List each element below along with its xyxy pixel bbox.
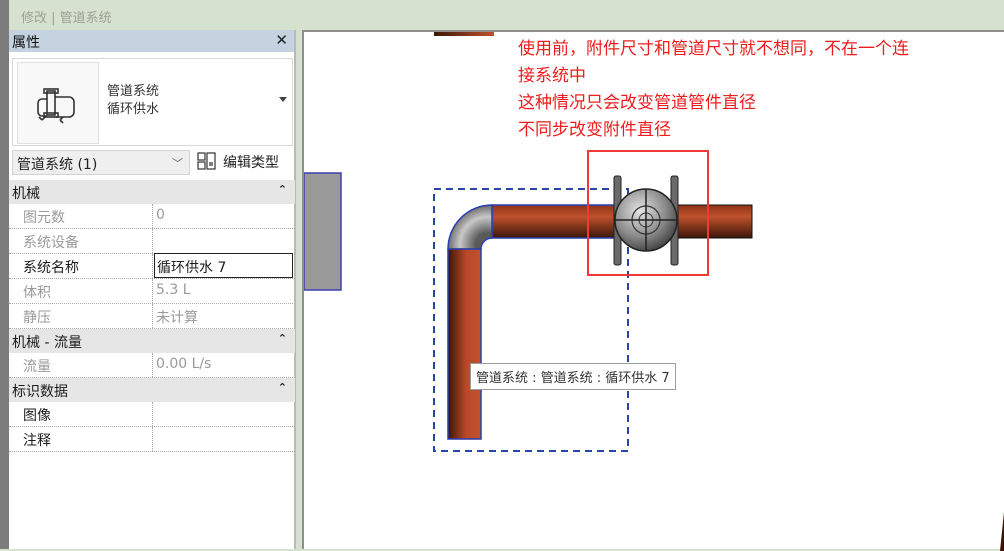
property-key: 图像 bbox=[9, 402, 153, 426]
property-row: 系统设备 bbox=[9, 229, 295, 254]
property-key: 流量 bbox=[9, 353, 153, 377]
element-tooltip: 管道系统 : 管道系统 : 循环供水 7 bbox=[470, 363, 676, 390]
property-value: 0.00 L/s bbox=[156, 356, 212, 372]
property-key: 注释 bbox=[9, 427, 153, 451]
pipe-right[interactable] bbox=[676, 204, 753, 239]
section-mechanical[interactable]: 机械 ⌃ bbox=[9, 180, 295, 204]
property-grid: 机械 ⌃ 图元数 0 系统设备 系统名称 循环供水 7 体积 5.3 L 静压 … bbox=[9, 180, 295, 452]
type-family: 管道系统 bbox=[107, 84, 160, 99]
type-selector[interactable]: 管道系统 循环供水 bbox=[12, 58, 293, 146]
property-key: 系统名称 bbox=[9, 254, 153, 278]
pipe-horizontal[interactable] bbox=[491, 204, 618, 239]
properties-palette: 属性 ✕ 管道系统 循环供水 管道系统 (1) ﹀ 编辑类型 机械 ⌃ 图元数 … bbox=[9, 30, 296, 549]
edit-type-button[interactable]: 编辑类型 bbox=[197, 152, 279, 174]
property-value: 未计算 bbox=[156, 310, 198, 326]
property-key: 系统设备 bbox=[9, 229, 153, 253]
property-value-input[interactable] bbox=[154, 427, 295, 451]
section-label: 机械 bbox=[12, 186, 40, 202]
instance-filter-value: 管道系统 (1) bbox=[17, 157, 98, 173]
pipe-elbow[interactable] bbox=[447, 204, 493, 250]
section-identity-data[interactable]: 标识数据 ⌃ bbox=[9, 378, 295, 402]
property-row: 静压 未计算 bbox=[9, 304, 295, 329]
edit-type-label: 编辑类型 bbox=[223, 155, 279, 171]
annotation-line: 使用前，附件尺寸和管道尺寸就不想同，不在一个连 bbox=[518, 39, 909, 59]
section-label: 机械 - 流量 bbox=[12, 335, 82, 351]
property-key: 静压 bbox=[9, 304, 153, 328]
property-value: 0 bbox=[156, 207, 165, 223]
dropdown-arrow-icon[interactable] bbox=[279, 97, 287, 102]
pipe-vertical[interactable] bbox=[447, 248, 482, 440]
collapse-icon[interactable]: ⌃ bbox=[278, 183, 287, 196]
type-name: 管道系统 循环供水 bbox=[107, 83, 159, 119]
piping-system-icon bbox=[17, 62, 99, 144]
property-key: 体积 bbox=[9, 279, 153, 303]
drawing-canvas[interactable]: 使用前，附件尺寸和管道尺寸就不想同，不在一个连 接系统中 这种情况只会改变管道管… bbox=[302, 30, 1004, 551]
annotation-line: 接系统中 bbox=[518, 66, 586, 86]
property-row: 体积 5.3 L bbox=[9, 279, 295, 304]
instance-filter-select[interactable]: 管道系统 (1) ﹀ bbox=[12, 150, 190, 175]
contextual-tab-bar: 修改 | 管道系统 bbox=[9, 0, 1004, 30]
filter-row: 管道系统 (1) ﹀ 编辑类型 bbox=[9, 150, 296, 176]
annotation-text: 使用前，附件尺寸和管道尺寸就不想同，不在一个连 接系统中 这种情况只会改变管道管… bbox=[518, 36, 909, 144]
section-label: 标识数据 bbox=[12, 384, 68, 400]
property-row: 注释 bbox=[9, 427, 295, 452]
system-name-input[interactable]: 循环供水 7 bbox=[154, 253, 293, 278]
contextual-tab-title: 修改 | 管道系统 bbox=[21, 11, 112, 26]
properties-header: 属性 ✕ bbox=[9, 30, 294, 52]
chevron-down-icon: ﹀ bbox=[172, 157, 183, 170]
collapse-icon[interactable]: ⌃ bbox=[278, 332, 287, 345]
section-mechanical-flow[interactable]: 机械 - 流量 ⌃ bbox=[9, 329, 295, 353]
type-type: 循环供水 bbox=[107, 102, 160, 117]
property-row: 图元数 0 bbox=[9, 204, 295, 229]
edit-type-icon bbox=[197, 152, 217, 174]
property-row: 系统名称 循环供水 7 bbox=[9, 253, 295, 279]
gray-element[interactable] bbox=[304, 172, 342, 291]
valve-accessory[interactable] bbox=[613, 175, 679, 266]
annotation-line: 不同步改变附件直径 bbox=[518, 120, 671, 140]
close-icon[interactable]: ✕ bbox=[275, 31, 288, 49]
window-edge bbox=[0, 0, 9, 549]
properties-title: 属性 bbox=[12, 35, 40, 51]
property-value: 5.3 L bbox=[156, 282, 191, 298]
property-value-input[interactable] bbox=[154, 402, 295, 426]
property-row: 流量 0.00 L/s bbox=[9, 353, 295, 378]
annotation-line: 这种情况只会改变管道管件直径 bbox=[518, 93, 756, 113]
viewport-edge-mark bbox=[1000, 512, 1004, 551]
collapse-icon[interactable]: ⌃ bbox=[278, 381, 287, 394]
pipe-offscreen-top[interactable] bbox=[434, 32, 494, 36]
property-value bbox=[154, 229, 295, 253]
property-key: 图元数 bbox=[9, 204, 153, 228]
property-row: 图像 bbox=[9, 402, 295, 427]
